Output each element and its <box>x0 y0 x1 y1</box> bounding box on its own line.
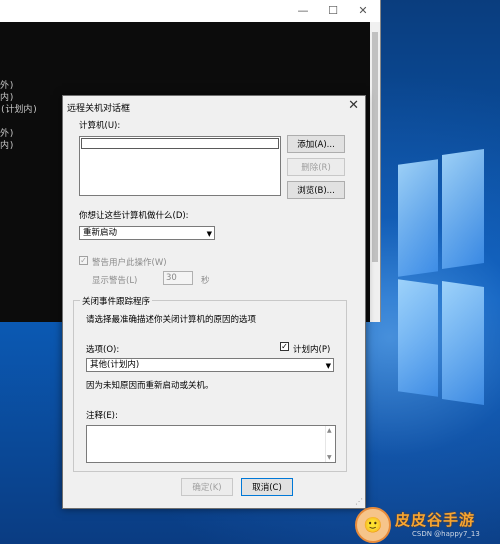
windows-logo <box>398 132 484 432</box>
watermark-text: 皮皮谷手游 <box>395 511 476 529</box>
console-scrollbar[interactable] <box>370 22 380 322</box>
group-title: 关闭事件跟踪程序 <box>80 295 153 307</box>
shutdown-event-tracker-group: 关闭事件跟踪程序 请选择最准确描述你关闭计算机的原因的选项 选项(O): ✓ 计… <box>73 295 347 472</box>
display-warning-label: 显示警告(L) <box>92 276 138 286</box>
remove-button[interactable]: 删除(R) <box>287 158 345 176</box>
minimize-icon[interactable]: — <box>296 4 310 18</box>
scrollbar-thumb[interactable] <box>372 32 378 262</box>
list-selection <box>81 138 279 149</box>
computers-list[interactable] <box>79 136 281 196</box>
tracker-description: 请选择最准确描述你关闭计算机的原因的选项 <box>86 315 257 325</box>
action-label: 你想让这些计算机做什么(D): <box>79 211 189 221</box>
browse-button[interactable]: 浏览(B)... <box>287 181 345 199</box>
close-icon[interactable]: ✕ <box>348 98 359 113</box>
close-icon[interactable]: ✕ <box>356 4 370 18</box>
reason-text: 因为未知原因而重新启动或关机。 <box>86 381 214 391</box>
option-select[interactable]: 其他(计划内) ▼ <box>86 358 334 372</box>
scroll-up-icon[interactable]: ▲ <box>327 427 332 434</box>
console-output: 外) 内) (计划内) 外) 内) <box>0 81 38 151</box>
planned-checkbox[interactable]: ✓ <box>280 342 289 351</box>
action-select[interactable]: 重新启动 ▼ <box>79 226 215 240</box>
ok-button[interactable]: 确定(K) <box>181 478 233 496</box>
warn-users-label: 警告用户此操作(W) <box>92 258 167 268</box>
csdn-credit: CSDN @happy7_13 <box>412 530 480 538</box>
chevron-down-icon: ▼ <box>206 230 212 238</box>
scroll-down-icon[interactable]: ▼ <box>327 454 332 461</box>
cancel-button[interactable]: 取消(C) <box>241 478 293 496</box>
comment-textarea[interactable]: ▲ ▼ <box>86 425 336 463</box>
warn-users-checkbox[interactable]: ✓ <box>79 256 88 265</box>
chevron-down-icon: ▼ <box>325 362 331 370</box>
option-label: 选项(O): <box>86 345 120 355</box>
warning-seconds-input[interactable]: 30 <box>163 271 193 285</box>
comment-label: 注释(E): <box>86 411 118 421</box>
computers-label: 计算机(U): <box>79 121 121 131</box>
mascot-icon: 🙂 <box>355 507 391 543</box>
planned-label: 计划内(P) <box>293 345 331 355</box>
remote-shutdown-dialog: 远程关机对话框 ✕ 计算机(U): 添加(A)... 删除(R) 浏览(B)..… <box>62 95 366 509</box>
dialog-title: 远程关机对话框 <box>67 104 131 114</box>
console-titlebar[interactable]: — ☐ ✕ <box>0 0 380 22</box>
comment-scrollbar[interactable]: ▲ ▼ <box>325 426 335 462</box>
add-button[interactable]: 添加(A)... <box>287 135 345 153</box>
watermark: 🙂 皮皮谷手游 <box>355 505 500 544</box>
maximize-icon[interactable]: ☐ <box>326 4 340 18</box>
seconds-unit: 秒 <box>201 276 210 286</box>
